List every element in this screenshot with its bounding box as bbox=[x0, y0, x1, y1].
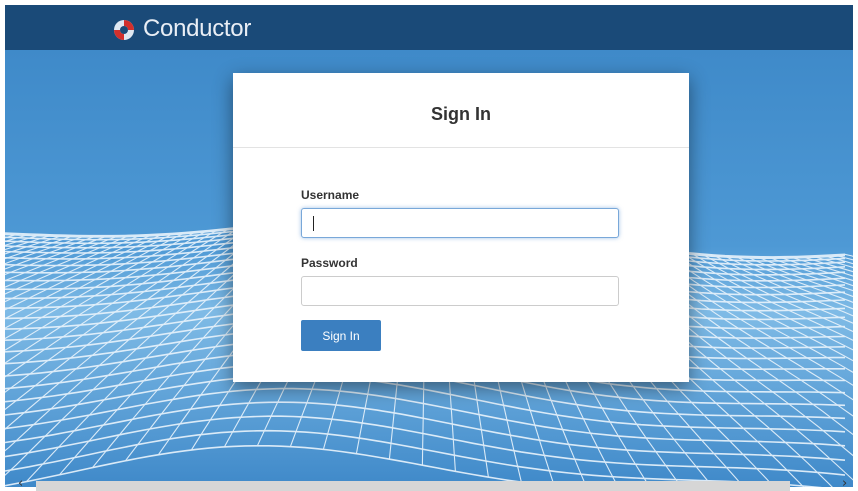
username-input[interactable] bbox=[301, 208, 619, 238]
horizontal-scrollbar[interactable]: ‹ › bbox=[0, 476, 858, 491]
scrollbar-thumb[interactable] bbox=[36, 481, 790, 491]
brand-name: Conductor bbox=[143, 15, 252, 42]
sign-in-title: Sign In bbox=[431, 104, 491, 124]
sign-in-button[interactable]: Sign In bbox=[301, 320, 381, 351]
conductor-logo-icon bbox=[114, 20, 134, 40]
chevron-right-icon[interactable]: › bbox=[842, 476, 847, 491]
card-header: Sign In bbox=[233, 73, 689, 148]
browser-viewport: Conductor Sign In Username Password Sign… bbox=[0, 0, 858, 491]
password-input[interactable] bbox=[301, 276, 619, 306]
chevron-left-icon[interactable]: ‹ bbox=[18, 476, 23, 491]
username-label: Username bbox=[301, 188, 360, 202]
text-caret bbox=[313, 216, 314, 231]
password-label: Password bbox=[301, 256, 358, 270]
sign-in-card: Sign In Username Password Sign In bbox=[233, 73, 689, 382]
app-header: Conductor bbox=[5, 5, 853, 50]
